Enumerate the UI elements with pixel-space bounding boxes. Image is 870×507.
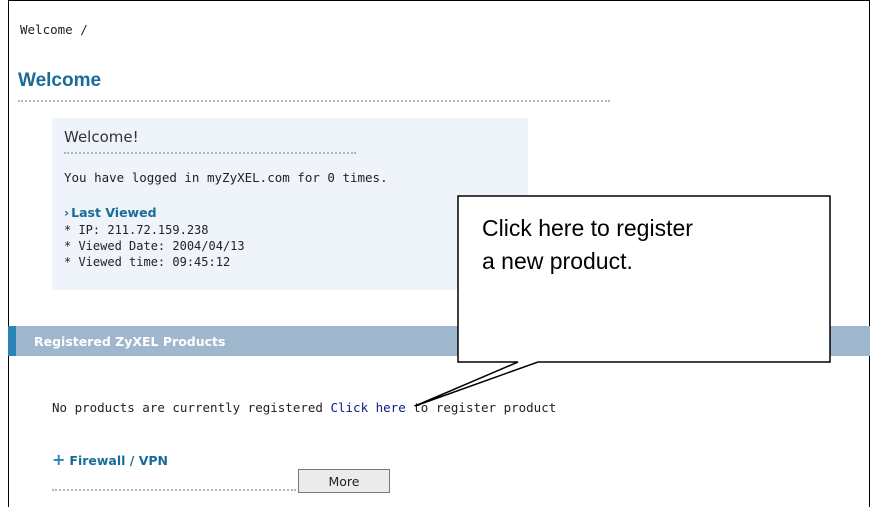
callout-text: Click here to register a new product. — [482, 212, 822, 278]
callout-line-1: Click here to register — [482, 215, 693, 241]
callout-line-2: a new product. — [482, 248, 633, 274]
